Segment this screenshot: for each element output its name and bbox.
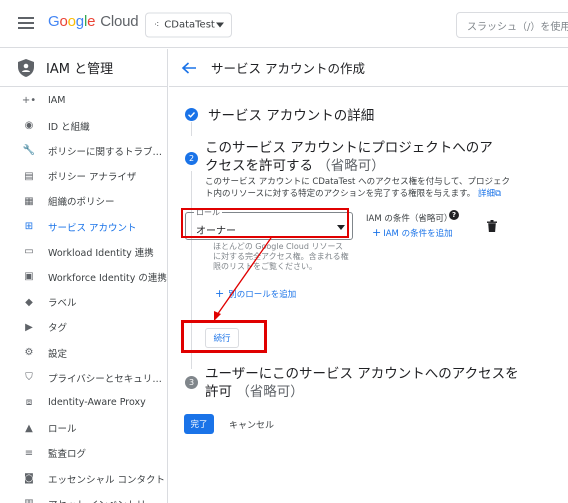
settings-gear-icon: ⚙: [24, 347, 34, 358]
sidebar-item-label: サービス アカウント: [48, 222, 137, 234]
service-account-icon: ⊞: [24, 221, 34, 232]
sidebar-item[interactable]: ▲ ロール: [0, 416, 168, 441]
sidebar-item-label: IAM: [48, 95, 66, 106]
sidebar-item-label: プライバシーとセキュリティ: [48, 373, 168, 385]
inventory-icon: ▥: [22, 497, 36, 503]
project-name: CDataTest: [164, 19, 215, 31]
sidebar-item[interactable]: ▦ 組織のポリシー: [0, 189, 168, 214]
hamburger-menu-icon[interactable]: [18, 17, 34, 29]
account-circle-icon: ◉: [24, 120, 34, 132]
sidebar-item-label: Identity-Aware Proxy: [48, 397, 146, 409]
sidebar-item-label: 監査ログ: [48, 449, 87, 461]
step-3-number: 3: [185, 376, 198, 389]
step-2-number: 2: [185, 152, 198, 165]
add-iam-condition-button[interactable]: + IAM の条件を追加: [372, 226, 453, 239]
sidebar-item[interactable]: ▥ アセット インベントリ: [0, 491, 168, 503]
sidebar-item[interactable]: ▭ Workload Identity 連携: [0, 239, 168, 264]
sidebar-item-label: エッセンシャル コンタクト: [48, 474, 166, 486]
plus-icon: +: [215, 287, 225, 300]
sidebar-item[interactable]: ≡ 監査ログ: [0, 441, 168, 466]
sidebar-item-label: タグ: [48, 323, 68, 335]
label-icon: ◆: [25, 296, 33, 308]
iam-shield-icon: [18, 58, 34, 77]
sidebar-item-label: ID と組織: [48, 121, 90, 133]
person-add-icon: +•: [21, 95, 37, 106]
project-dots-icon: ⁖: [154, 20, 159, 30]
id-card-icon: ▭: [24, 246, 34, 258]
sidebar-item[interactable]: ◆ ラベル: [0, 290, 168, 315]
tag-icon: ▶: [25, 321, 33, 333]
project-selector-button[interactable]: ⁖ CDataTest: [145, 12, 232, 38]
privacy-shield-icon: ⛉: [25, 372, 33, 384]
external-link-icon: ⧉: [495, 189, 502, 199]
step-2-description: このサービス アカウントに CDataTest へのアクセス権を付与して、プロジ…: [205, 177, 510, 199]
google-cloud-logo[interactable]: Google Cloud: [48, 13, 139, 30]
sidebar-item-label: ロール: [48, 424, 77, 436]
sidebar-item-label: ポリシー アナライザ: [48, 172, 137, 184]
sidebar-item[interactable]: ▶ タグ: [0, 315, 168, 340]
step-3-title[interactable]: ユーザーにこのサービス アカウントへのアクセスを許可 （省略可）: [205, 365, 525, 401]
help-question-icon[interactable]: ?: [449, 210, 459, 220]
sidebar-item[interactable]: ⊞ サービス アカウント: [0, 214, 168, 239]
document-search-icon: ▤: [24, 170, 34, 182]
annotation-highlight-continue: [181, 320, 267, 353]
sidebar-item[interactable]: ◙ エッセンシャル コンタクト: [0, 466, 168, 491]
roles-hat-icon: ▲: [25, 422, 33, 434]
sidebar-item-label: ラベル: [48, 298, 77, 310]
sidebar-header: IAM と管理: [0, 49, 167, 87]
sidebar-title: IAM と管理: [46, 62, 114, 77]
contact-icon: ◙: [24, 473, 34, 484]
audit-log-icon: ≡: [24, 447, 34, 459]
sidebar-item[interactable]: ◉ ID と組織: [0, 113, 168, 138]
add-another-role-button[interactable]: + 別のロールを追加: [215, 287, 296, 300]
done-button[interactable]: 完了: [184, 414, 214, 434]
dropdown-caret-icon: [216, 22, 224, 28]
page-title: サービス アカウントの作成: [211, 61, 365, 76]
sidebar-item-label: 組織のポリシー: [48, 197, 115, 209]
sidebar-item-label: 設定: [48, 348, 68, 360]
sidebar-item[interactable]: ⛉ プライバシーとセキュリティ: [0, 365, 168, 390]
sidebar-item[interactable]: ⚙ 設定: [0, 340, 168, 365]
plus-icon: +: [372, 226, 382, 239]
list-box-icon: ▦: [24, 195, 34, 207]
sidebar-item[interactable]: ⧈ Identity-Aware Proxy: [0, 390, 168, 415]
sidebar-item[interactable]: 🔧 ポリシーに関するトラブル…: [0, 138, 168, 163]
role-description: ほとんどの Google Cloud リソースに対する完全アクセス権。含まれる権…: [213, 242, 349, 271]
sidebar-item[interactable]: +• IAM: [0, 88, 168, 113]
check-circle-icon: [185, 107, 198, 121]
delete-trash-icon[interactable]: [487, 220, 497, 232]
sidebar-item-label: Workforce Identity の連携: [48, 272, 167, 284]
step-1-title: サービス アカウントの詳細: [208, 108, 375, 124]
stepper-connector: [191, 122, 192, 136]
search-input[interactable]: スラッシュ（/）を使用: [456, 12, 568, 38]
id-card-list-icon: ▣: [24, 271, 34, 283]
iam-condition-label: IAM の条件（省略可）: [366, 214, 453, 224]
cancel-button[interactable]: キャンセル: [229, 418, 274, 431]
sidebar-item-label: Workload Identity 連携: [48, 247, 154, 259]
annotation-highlight-role: [181, 208, 349, 238]
wrench-icon: 🔧: [22, 145, 36, 157]
main-panel: サービス アカウントの作成 サービス アカウントの詳細 2 このサービス アカウ…: [169, 49, 568, 503]
details-link[interactable]: 詳細: [478, 189, 495, 199]
proxy-icon: ⧈: [25, 397, 33, 409]
top-app-bar: Google Cloud ⁖ CDataTest スラッシュ（/）を使用: [0, 0, 568, 48]
sidebar-item-label: アセット インベントリ: [48, 497, 146, 503]
step-2-title: このサービス アカウントにプロジェクトへのアクセスを許可する （省略可）: [205, 140, 493, 174]
step-1-header[interactable]: サービス アカウントの詳細: [185, 104, 374, 124]
sidebar-item-label: ポリシーに関するトラブル…: [48, 146, 168, 158]
back-arrow-icon[interactable]: [181, 61, 197, 75]
sidebar-item[interactable]: ▣ Workforce Identity の連携: [0, 264, 168, 289]
sidebar-item[interactable]: ▤ ポリシー アナライザ: [0, 164, 168, 189]
page-header: サービス アカウントの作成: [169, 49, 568, 87]
